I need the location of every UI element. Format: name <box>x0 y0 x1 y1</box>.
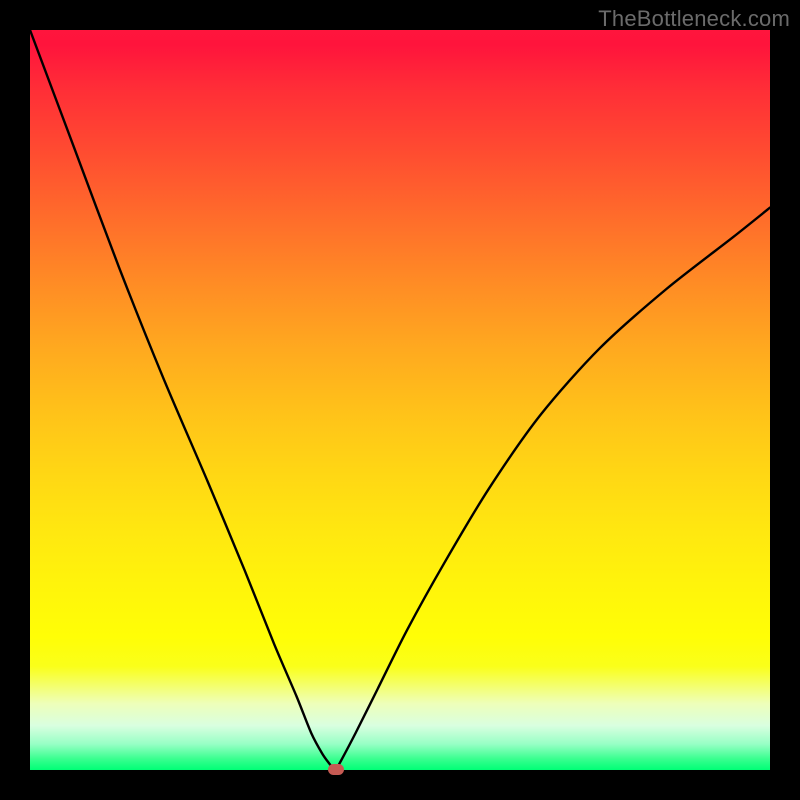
bottleneck-curve <box>30 30 770 770</box>
watermark-text: TheBottleneck.com <box>598 6 790 32</box>
chart-frame: TheBottleneck.com <box>0 0 800 800</box>
plot-area <box>30 30 770 770</box>
optimal-point-marker <box>328 764 344 775</box>
